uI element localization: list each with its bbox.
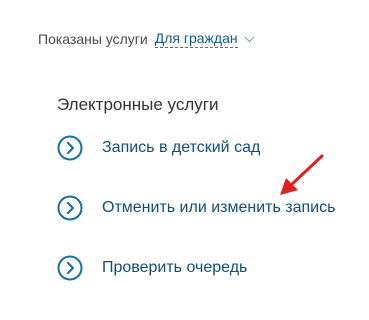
service-label[interactable]: Отменить или изменить запись [102,199,335,217]
chevron-right-circle-icon [57,135,83,161]
filter-label: Показаны услуги [38,31,148,47]
section-title: Электронные услуги [57,95,219,114]
service-label[interactable]: Проверить очередь [102,259,247,277]
service-label[interactable]: Запись в детский сад [102,139,260,157]
red-arrow-annotation [280,154,324,195]
chevron-right-circle-icon [57,255,83,281]
filter-value[interactable]: Для граждан [154,30,238,48]
service-link-kindergarten-enrollment[interactable]: Запись в детский сад [57,135,260,161]
service-link-check-queue[interactable]: Проверить очередь [57,255,247,281]
chevron-right-circle-icon [57,195,83,221]
chevron-down-icon [244,36,255,42]
filter-dropdown[interactable]: Для граждан [154,30,255,48]
service-filter: Показаны услуги Для граждан [38,30,255,48]
